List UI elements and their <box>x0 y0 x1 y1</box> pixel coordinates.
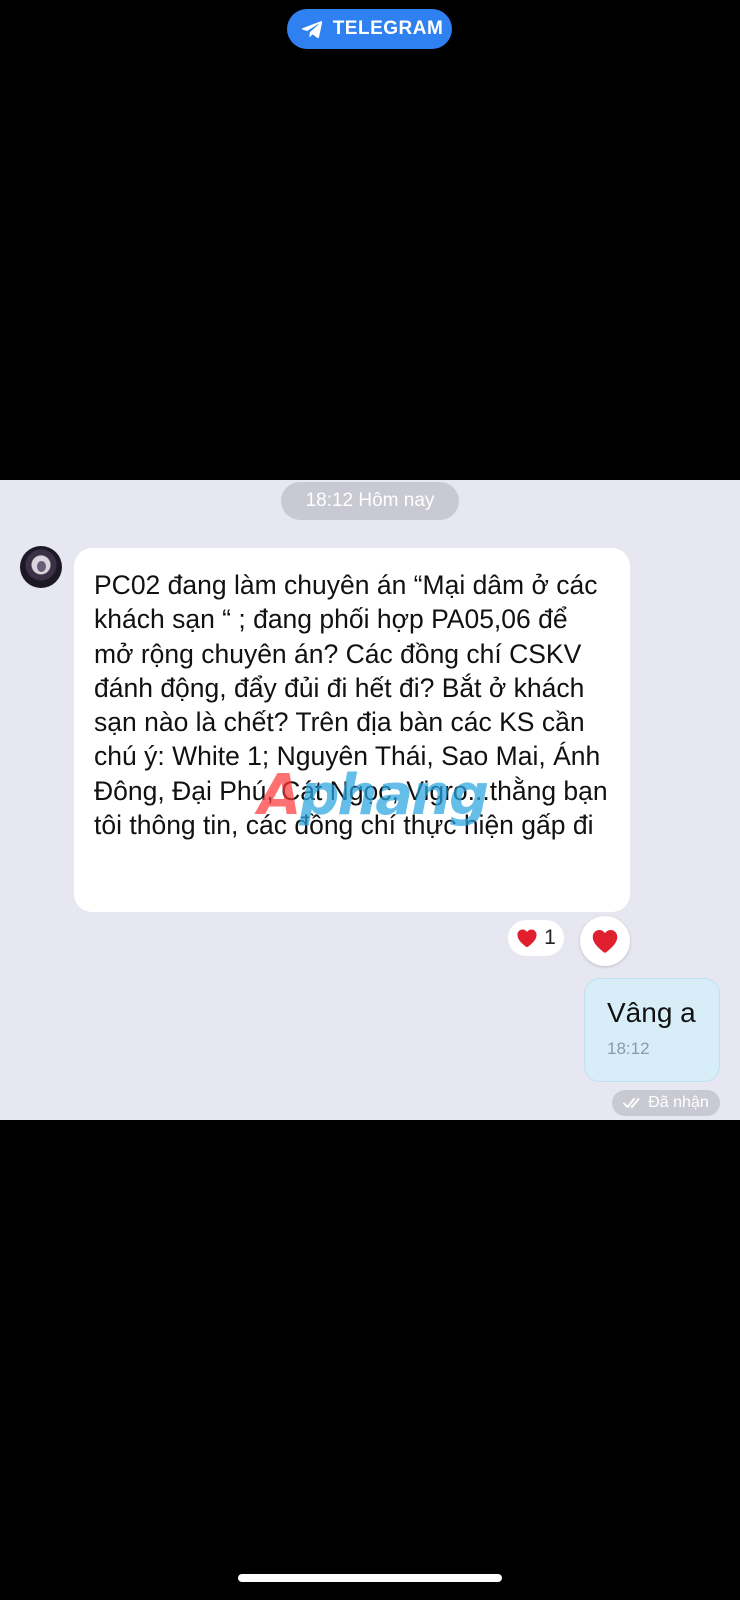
telegram-label: TELEGRAM <box>332 18 444 39</box>
outgoing-message-time: 18:12 <box>607 1039 650 1058</box>
reaction-count: 1 <box>544 926 556 949</box>
add-reaction-button[interactable] <box>580 916 630 966</box>
outgoing-message-text: Vâng a <box>607 997 696 1028</box>
delivery-status-text: Đã nhận <box>648 1094 709 1111</box>
delivery-status-chip: Đã nhận <box>612 1090 720 1116</box>
reaction-count-chip[interactable]: 1 <box>508 920 564 956</box>
telegram-paper-plane-icon <box>301 21 322 39</box>
screenshot-page: TELEGRAM 18:12 Hôm nay PC02 đang làm chu… <box>0 0 740 1600</box>
heart-icon <box>517 929 537 948</box>
outgoing-message-bubble[interactable]: Vâng a 18:12 <box>584 978 720 1082</box>
incoming-message-text: PC02 đang làm chuyên án “Mại dâm ở các k… <box>94 570 608 841</box>
avatar[interactable] <box>20 546 62 588</box>
incoming-message-bubble[interactable]: PC02 đang làm chuyên án “Mại dâm ở các k… <box>74 548 630 912</box>
double-check-icon <box>623 1098 640 1108</box>
avatar-figure <box>37 561 46 572</box>
telegram-source-badge: TELEGRAM <box>287 9 452 49</box>
home-indicator[interactable] <box>238 1574 502 1582</box>
chat-area[interactable]: 18:12 Hôm nay PC02 đang làm chuyên án “M… <box>0 480 740 1120</box>
heart-icon <box>592 930 618 953</box>
date-chip: 18:12 Hôm nay <box>281 482 459 520</box>
